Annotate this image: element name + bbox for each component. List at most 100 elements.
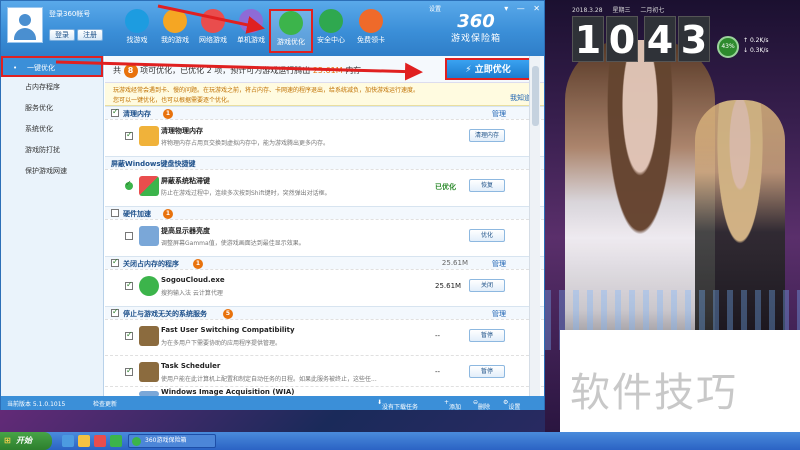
scrollbar[interactable]: [529, 56, 540, 396]
game-optimize-icon: [279, 11, 303, 35]
section-checkbox[interactable]: [111, 107, 119, 117]
scrollbar-thumb[interactable]: [532, 66, 539, 126]
row-status: --: [435, 368, 441, 376]
sidebar-item-protect-network[interactable]: 保护游戏网速: [1, 161, 103, 182]
clock-lunar: 二月初七: [640, 7, 665, 14]
section-block-windows-hotkeys: 屏蔽Windows键盘快捷键: [105, 156, 544, 169]
summary-text: 共 8 项可优化，已优化 2 项，预计可为游戏运行腾出 25.61M 内存: [113, 64, 361, 78]
memory-icon: [139, 126, 159, 146]
status-bar: 当前版本 5.1.0.1015 检查更新 ⬇ 没有下载任务 + 添加 ⊖ 删除 …: [1, 396, 544, 411]
network-usage-gauge: 43%: [717, 36, 739, 58]
section-count-badge: 1: [163, 109, 173, 119]
download-speed: ↓ 0.3K/s: [743, 47, 769, 54]
section-manage-link[interactable]: 管理: [492, 109, 506, 119]
list-item: 清理物理内存 将物理内存占用页交换到虚拟内存中，能为游戏腾出更多内存。 清理内存: [105, 119, 544, 155]
upload-speed: ↑ 0.2K/s: [743, 37, 769, 44]
menu-icon[interactable]: ▾: [504, 4, 508, 13]
nav-my-games[interactable]: 我的游戏: [157, 9, 193, 53]
online-games-icon: [201, 9, 225, 33]
settings-link[interactable]: 设置: [429, 4, 441, 13]
network-speed-widget: 43% ↑ 0.2K/s ↓ 0.3K/s: [717, 36, 785, 58]
row-checkbox[interactable]: [125, 232, 133, 240]
section-checkbox[interactable]: [111, 257, 119, 267]
login-button[interactable]: 登录: [49, 29, 75, 41]
add-button[interactable]: + 添加: [444, 399, 461, 411]
watermark: 软件技巧: [560, 330, 800, 432]
row-checkbox[interactable]: [125, 280, 133, 290]
sidebar-item-one-click-optimize[interactable]: 一键优化: [1, 56, 103, 79]
delete-button[interactable]: ⊖ 删除: [473, 399, 490, 411]
shield-icon: [319, 9, 343, 33]
pause-button[interactable]: 暂停: [469, 329, 505, 342]
section-checkbox[interactable]: [111, 209, 119, 217]
optimize-summary: 共 8 项可优化，已优化 2 项，预计可为游戏运行腾出 25.61M 内存 ⚡ …: [105, 56, 544, 83]
nav-free-cards[interactable]: 免费领卡: [353, 9, 389, 53]
sogou-cloud-icon: [139, 276, 159, 296]
quicklaunch-ie-icon[interactable]: [62, 435, 74, 447]
nav-game-optimize[interactable]: 游戏优化: [269, 9, 313, 53]
nav-single-games[interactable]: 单机游戏: [233, 9, 269, 53]
pause-button[interactable]: 暂停: [469, 365, 505, 378]
optimize-button[interactable]: 优化: [469, 229, 505, 242]
clock-digit-1: 1: [572, 16, 604, 62]
clock-weekday: 星期三: [612, 7, 631, 14]
desktop-clock-widget: 2018.3.28 星期三 二月初七 1 0 4 3: [568, 3, 712, 65]
sidebar-item-system-optimize[interactable]: 系统优化: [1, 119, 103, 140]
section-hardware-accel: 硬件加速 1: [105, 206, 544, 219]
gift-icon: [359, 9, 383, 33]
optimizable-count-badge: 8: [123, 64, 138, 78]
watermark-text: 软件技巧: [570, 370, 738, 416]
list-item: 屏蔽系统粘滞键 防止在游戏过程中，连续多次按到Shift键时，突然弹出对话框。 …: [105, 169, 544, 205]
close-icon[interactable]: ✕: [533, 4, 540, 13]
row-checkbox[interactable]: [125, 130, 133, 140]
download-tasks[interactable]: ⬇ 没有下载任务: [377, 399, 418, 411]
quicklaunch-media-icon[interactable]: [94, 435, 106, 447]
section-manage-link[interactable]: 管理: [492, 259, 506, 269]
start-button[interactable]: 开始: [0, 432, 52, 450]
monitor-icon: [139, 226, 159, 246]
sidebar-item-memory-programs[interactable]: 占内存程序: [1, 77, 103, 98]
nav-security-center[interactable]: 安全中心: [313, 9, 349, 53]
version-text: 当前版本 5.1.0.1015: [7, 401, 66, 408]
row-checkbox[interactable]: [125, 330, 133, 340]
list-item: Fast User Switching Compatibility 为在多用户下…: [105, 319, 544, 355]
section-close-memory-programs: 关闭占内存的程序 1 25.61M 管理: [105, 256, 544, 269]
restore-button[interactable]: 恢复: [469, 179, 505, 192]
find-games-icon: [125, 9, 149, 33]
row-status: 25.61M: [435, 282, 462, 290]
close-program-button[interactable]: 关闭: [469, 279, 505, 292]
account-name[interactable]: 登录360帐号: [49, 9, 90, 19]
sidebar-item-service-optimize[interactable]: 服务优化: [1, 98, 103, 119]
clock-date: 2018.3.28: [572, 7, 603, 14]
taskbar: 开始 360游戏保险箱: [0, 432, 800, 450]
nav-online-games[interactable]: 网络游戏: [195, 9, 231, 53]
windows-icon: [139, 176, 159, 196]
minimize-icon[interactable]: —: [517, 4, 525, 13]
main-panel: 共 8 项可优化，已优化 2 项，预计可为游戏运行腾出 25.61M 内存 ⚡ …: [105, 56, 544, 396]
sidebar-item-game-no-disturb[interactable]: 游戏防打扰: [1, 140, 103, 161]
row-checkbox[interactable]: [125, 366, 133, 376]
section-checkbox[interactable]: [111, 307, 119, 317]
avatar[interactable]: [7, 7, 43, 43]
clock-digit-4: 3: [678, 16, 710, 62]
my-games-icon: [163, 9, 187, 33]
register-button[interactable]: 注册: [77, 29, 103, 41]
section-size: 25.61M: [441, 259, 468, 267]
clock-digit-3: 4: [644, 16, 676, 62]
summary-memory: 25.61M: [312, 66, 343, 75]
clean-memory-button[interactable]: 清理内存: [469, 129, 505, 142]
brand-number: 360: [457, 11, 495, 32]
window-controls: ▾ — ✕: [498, 4, 540, 13]
taskbar-item-360-game-box[interactable]: 360游戏保险箱: [128, 434, 216, 448]
section-stop-services: 停止与游戏无关的系统服务 5 管理: [105, 306, 544, 319]
list-item: Windows Image Acquisition (WIA): [105, 386, 544, 396]
optimize-now-button[interactable]: ⚡ 立即优化: [445, 58, 531, 80]
service-icon: [139, 362, 159, 382]
quicklaunch-folder-icon[interactable]: [78, 435, 90, 447]
quicklaunch-360-icon[interactable]: [110, 435, 122, 447]
section-manage-link[interactable]: 管理: [492, 309, 506, 319]
clock-digit-2: 0: [606, 16, 638, 62]
status-settings-button[interactable]: ⚙ 设置: [503, 399, 520, 411]
nav-find-games[interactable]: 找游戏: [119, 9, 155, 53]
check-update-link[interactable]: 检查更新: [93, 399, 117, 408]
